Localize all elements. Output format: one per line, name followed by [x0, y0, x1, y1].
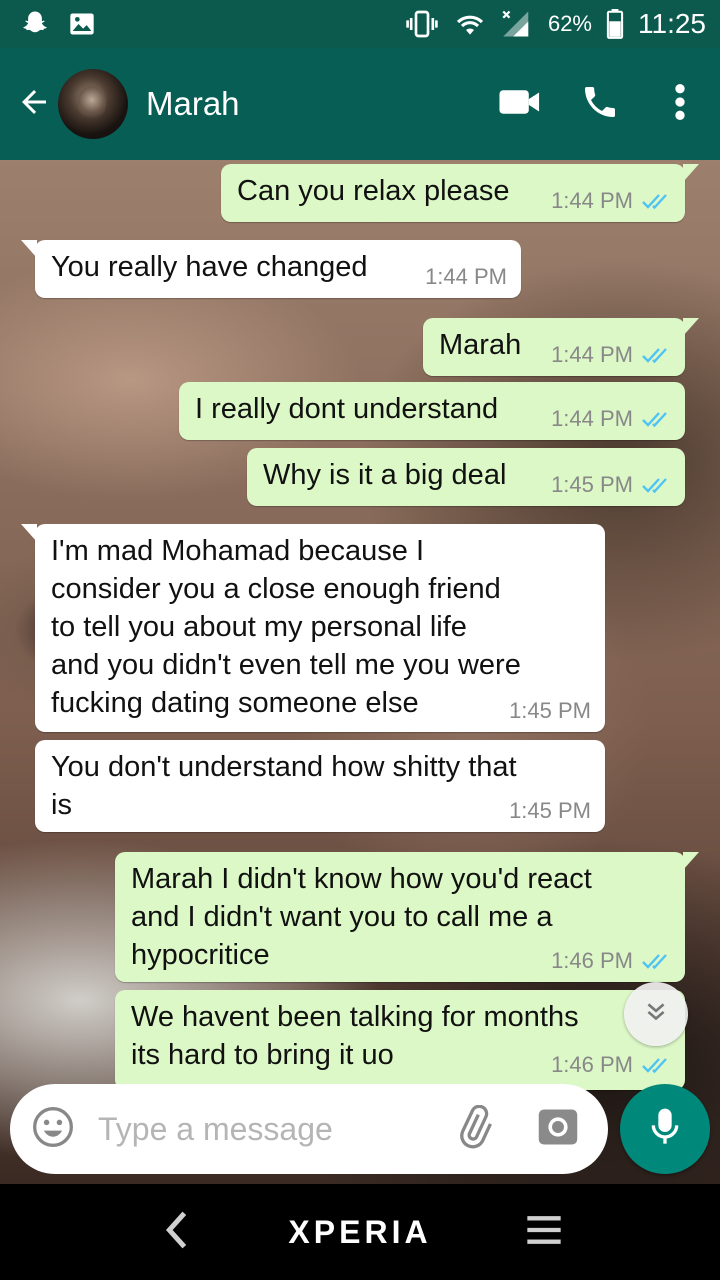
message-bubble-outgoing[interactable]: I really dont understand 1:44 PM — [179, 382, 685, 440]
chat-area[interactable]: Can you relax please 1:44 PM You really … — [0, 160, 720, 1184]
wifi-icon — [454, 10, 486, 38]
message-bubble-outgoing[interactable]: Marah I didn't know how you'd react and … — [115, 852, 699, 982]
video-call-icon — [498, 87, 542, 122]
message-text: Marah I didn't know how you'd react and … — [131, 863, 592, 971]
message-bubble-outgoing[interactable]: Why is it a big deal 1:45 PM — [247, 448, 685, 506]
message-time: 1:44 PM — [551, 188, 633, 213]
system-nav-bar: XPERIA — [0, 1184, 720, 1280]
double-tick-read-icon — [641, 1055, 671, 1075]
camera-button[interactable] — [528, 1099, 588, 1159]
emoji-icon — [31, 1105, 75, 1154]
double-tick-read-icon — [641, 191, 671, 211]
message-text: I really dont understand — [195, 393, 499, 425]
message-text: Why is it a big deal — [263, 459, 507, 491]
image-icon — [68, 10, 96, 38]
back-button[interactable] — [14, 84, 54, 124]
paperclip-icon — [452, 1104, 496, 1154]
message-time: 1:46 PM — [551, 1052, 633, 1077]
chat-header: Marah — [0, 48, 720, 160]
message-time: 1:44 PM — [551, 342, 633, 367]
menu-icon — [524, 1213, 564, 1252]
video-call-button[interactable] — [480, 64, 560, 144]
avatar[interactable] — [58, 69, 128, 139]
message-bubble-outgoing[interactable]: Marah 1:44 PM — [423, 318, 699, 376]
message-text: You really have changed — [51, 251, 368, 283]
contact-name[interactable]: Marah — [146, 85, 480, 123]
message-time: 1:44 PM — [551, 406, 633, 431]
message-bubble-incoming[interactable]: I'm mad Mohamad because I consider you a… — [21, 524, 605, 732]
battery-icon — [606, 9, 624, 39]
brand-logo: XPERIA — [288, 1213, 432, 1250]
emoji-button[interactable] — [30, 1106, 76, 1152]
double-tick-read-icon — [641, 345, 671, 365]
snapchat-icon — [20, 9, 50, 39]
double-tick-read-icon — [641, 951, 671, 971]
message-text: Can you relax please — [237, 175, 510, 207]
message-composer — [10, 1084, 608, 1174]
voice-call-button[interactable] — [560, 64, 640, 144]
message-bubble-outgoing[interactable]: Can you relax please 1:44 PM — [221, 164, 699, 222]
back-arrow-icon — [16, 84, 52, 125]
message-time: 1:45 PM — [509, 698, 591, 723]
message-bubble-outgoing[interactable]: We havent been talking for months its ha… — [115, 990, 685, 1090]
message-time: 1:46 PM — [551, 948, 633, 973]
double-tick-read-icon — [641, 475, 671, 495]
chevron-left-icon — [162, 1210, 190, 1255]
message-time: 1:45 PM — [551, 472, 633, 497]
message-text: We havent been talking for months its ha… — [131, 1001, 579, 1071]
double-tick-read-icon — [641, 409, 671, 429]
message-time: 1:45 PM — [509, 798, 591, 823]
nav-back-button[interactable] — [146, 1202, 206, 1262]
message-bubble-incoming[interactable]: You really have changed 1:44 PM — [21, 240, 521, 298]
camera-icon — [537, 1107, 579, 1152]
more-vert-icon — [674, 82, 686, 127]
attach-button[interactable] — [444, 1099, 504, 1159]
more-options-button[interactable] — [640, 64, 720, 144]
scroll-to-bottom-button[interactable] — [624, 982, 688, 1046]
message-time: 1:44 PM — [425, 264, 507, 289]
microphone-icon — [648, 1107, 682, 1152]
message-input[interactable] — [96, 1109, 430, 1149]
message-bubble-incoming[interactable]: You don't understand how shitty that is … — [35, 740, 605, 832]
status-bar: 62% 11:25 — [0, 0, 720, 48]
clock: 11:25 — [638, 8, 706, 39]
voice-message-button[interactable] — [620, 1084, 710, 1174]
double-chevron-down-icon — [643, 999, 669, 1030]
nav-menu-button[interactable] — [514, 1202, 574, 1262]
signal-icon — [500, 9, 534, 39]
phone-icon — [580, 82, 620, 127]
vibrate-icon — [404, 9, 440, 39]
message-text: I'm mad Mohamad because I consider you a… — [51, 535, 521, 719]
battery-percent: 62% — [547, 11, 592, 36]
message-text: Marah — [439, 329, 522, 361]
message-text: You don't understand how shitty that is — [51, 751, 517, 821]
